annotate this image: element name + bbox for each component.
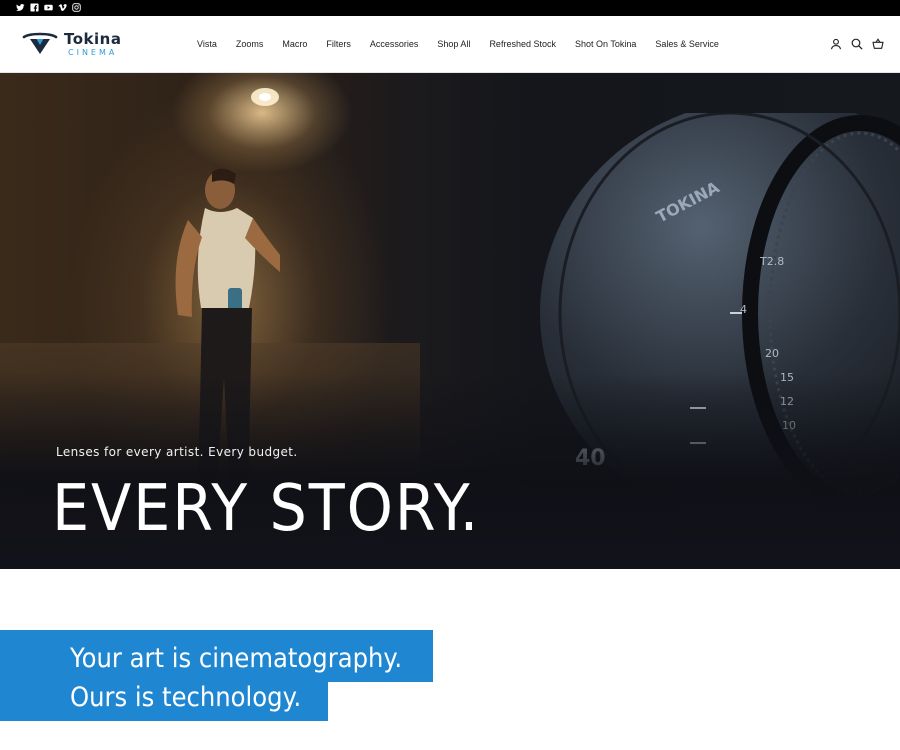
nav-item-sales-service[interactable]: Sales & Service	[655, 39, 719, 49]
svg-text:4: 4	[740, 303, 747, 316]
lamp-icon	[251, 88, 279, 106]
youtube-icon[interactable]	[44, 3, 53, 12]
nav-item-shot-on-tokina[interactable]: Shot On Tokina	[575, 39, 636, 49]
nav-item-macro[interactable]: Macro	[282, 39, 307, 49]
nav-item-accessories[interactable]: Accessories	[370, 39, 419, 49]
nav-item-zooms[interactable]: Zooms	[236, 39, 264, 49]
hero-subtitle: Lenses for every artist. Every budget.	[56, 445, 298, 459]
main-nav: Vista Zooms Macro Filters Accessories Sh…	[197, 39, 738, 49]
tagline-line-2-block: Ours is technology.	[0, 682, 328, 721]
hero-banner: TOKINA 40 T2.8 4 20 15 12 10 Lenses for …	[0, 73, 900, 569]
vimeo-icon[interactable]	[58, 3, 67, 12]
svg-text:20: 20	[765, 347, 779, 360]
header-actions	[830, 38, 884, 50]
tokina-logo-icon	[22, 32, 58, 54]
nav-item-filters[interactable]: Filters	[326, 39, 351, 49]
tagline-line-1-block: Your art is cinematography.	[0, 630, 433, 682]
twitter-icon[interactable]	[16, 3, 25, 12]
instagram-icon[interactable]	[72, 3, 81, 12]
social-links	[16, 3, 81, 12]
cart-icon[interactable]	[872, 38, 884, 50]
nav-item-shop-all[interactable]: Shop All	[437, 39, 470, 49]
svg-text:T2.8: T2.8	[759, 255, 784, 268]
nav-item-vista[interactable]: Vista	[197, 39, 217, 49]
social-bar	[0, 0, 900, 16]
hero-title: EVERY STORY.	[52, 472, 481, 546]
facebook-icon[interactable]	[30, 3, 39, 12]
account-icon[interactable]	[830, 38, 842, 50]
brand-subtitle: CINEMA	[68, 48, 118, 57]
brand-logo[interactable]: Tokina CINEMA	[22, 30, 148, 62]
nav-item-refreshed-stock[interactable]: Refreshed Stock	[489, 39, 556, 49]
site-header: Tokina CINEMA Vista Zooms Macro Filters …	[0, 16, 900, 73]
tagline-line-1: Your art is cinematography.	[70, 643, 403, 674]
search-icon[interactable]	[851, 38, 863, 50]
brand-name: Tokina	[64, 30, 122, 48]
tagline-line-2: Ours is technology.	[70, 682, 302, 713]
